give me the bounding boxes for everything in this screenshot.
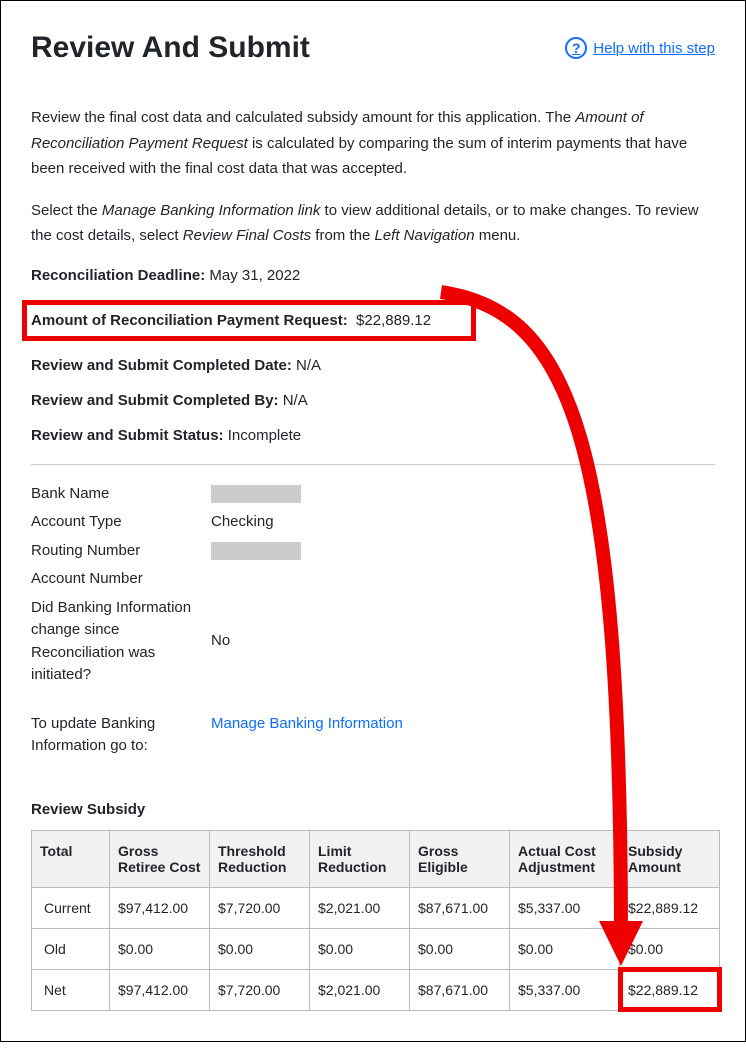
subsidy-table: Total Gross Retiree Cost Threshold Reduc… (31, 830, 720, 1011)
help-link[interactable]: ? Help with this step (565, 37, 715, 59)
row-label: Net (32, 969, 110, 1010)
value (211, 480, 403, 509)
highlight-amount: Amount of Reconciliation Payment Request… (22, 300, 476, 341)
col-header: Gross Eligible (410, 830, 510, 887)
intro-para-1: Review the final cost data and calculate… (31, 105, 715, 182)
cell: $87,671.00 (410, 969, 510, 1010)
meta-label: Amount of Reconciliation Payment Request… (31, 312, 348, 329)
help-link-label: Help with this step (593, 40, 715, 57)
redacted-value (211, 542, 301, 560)
col-header: Limit Reduction (310, 830, 410, 887)
meta-amount: Amount of Reconciliation Payment Request… (31, 300, 715, 341)
text: Left Navigation (374, 227, 474, 244)
page-wrapper: Review And Submit ? Help with this step … (0, 0, 746, 1042)
acct-type-row: Account Type Checking (31, 508, 403, 537)
meta-completed-date: Review and Submit Completed Date: N/A (31, 355, 715, 376)
col-header: Subsidy Amount (620, 830, 720, 887)
page-title: Review And Submit (31, 31, 310, 65)
cell: $5,337.00 (510, 887, 620, 928)
col-header: Gross Retiree Cost (110, 830, 210, 887)
value: Checking (211, 508, 403, 537)
meta-label: Review and Submit Status: (31, 427, 224, 444)
meta-value: N/A (296, 357, 321, 374)
help-icon: ? (565, 37, 587, 59)
cell: $0.00 (310, 928, 410, 969)
text: from the (311, 227, 374, 244)
text: Select the (31, 202, 102, 219)
meta-value: $22,889.12 (356, 312, 431, 329)
cell: $87,671.00 (410, 887, 510, 928)
manage-banking-link[interactable]: Manage Banking Information (211, 715, 403, 732)
meta-value: N/A (283, 392, 308, 409)
value (211, 537, 403, 566)
meta-completed-by: Review and Submit Completed By: N/A (31, 390, 715, 411)
label: Bank Name (31, 480, 211, 509)
cell: $0.00 (510, 928, 620, 969)
meta-value: Incomplete (228, 427, 301, 444)
text: Review the final cost data and calculate… (31, 109, 575, 126)
text: menu. (475, 227, 521, 244)
changed-row: Did Banking Information change since Rec… (31, 594, 403, 690)
cell: $97,412.00 (110, 969, 210, 1010)
cell: $7,720.00 (210, 969, 310, 1010)
meta-label: Reconciliation Deadline: (31, 267, 205, 284)
label: Account Number (31, 565, 211, 594)
meta-status: Review and Submit Status: Incomplete (31, 425, 715, 446)
meta-label: Review and Submit Completed Date: (31, 357, 292, 374)
cell: $2,021.00 (310, 969, 410, 1010)
intro-para-2: Select the Manage Banking Information li… (31, 198, 715, 249)
header-row: Review And Submit ? Help with this step (31, 31, 715, 65)
meta-value: May 31, 2022 (209, 267, 300, 284)
row-label: Current (32, 887, 110, 928)
cell: $97,412.00 (110, 887, 210, 928)
table-row: Old $0.00 $0.00 $0.00 $0.00 $0.00 $0.00 (32, 928, 720, 969)
cell: $5,337.00 (510, 969, 620, 1010)
table-header-row: Total Gross Retiree Cost Threshold Reduc… (32, 830, 720, 887)
acct-num-row: Account Number (31, 565, 403, 594)
col-header: Threshold Reduction (210, 830, 310, 887)
update-row: To update Banking Information go to: Man… (31, 710, 403, 761)
bank-name-row: Bank Name (31, 480, 403, 509)
table-row: Net $97,412.00 $7,720.00 $2,021.00 $87,6… (32, 969, 720, 1010)
label: Did Banking Information change since Rec… (31, 594, 211, 690)
value (211, 565, 403, 594)
meta-deadline: Reconciliation Deadline: May 31, 2022 (31, 265, 715, 286)
divider (31, 464, 715, 465)
cell: $0.00 (620, 928, 720, 969)
row-label: Old (32, 928, 110, 969)
meta-label: Review and Submit Completed By: (31, 392, 279, 409)
highlight-net-subsidy-cell: $22,889.12 (620, 969, 720, 1010)
value: Manage Banking Information (211, 710, 403, 761)
col-header: Total (32, 830, 110, 887)
cell: $22,889.12 (620, 887, 720, 928)
review-subsidy-title: Review Subsidy (31, 801, 715, 818)
value: No (211, 594, 403, 690)
routing-row: Routing Number (31, 537, 403, 566)
label: To update Banking Information go to: (31, 710, 211, 761)
cell: $0.00 (110, 928, 210, 969)
text: Review Final Costs (183, 227, 311, 244)
redacted-value (211, 485, 301, 503)
cell: $2,021.00 (310, 887, 410, 928)
cell: $7,720.00 (210, 887, 310, 928)
table-row: Current $97,412.00 $7,720.00 $2,021.00 $… (32, 887, 720, 928)
col-header: Actual Cost Adjustment (510, 830, 620, 887)
label: Routing Number (31, 537, 211, 566)
cell: $0.00 (410, 928, 510, 969)
text: Manage Banking Information link (102, 202, 320, 219)
bank-info-table: Bank Name Account Type Checking Routing … (31, 480, 403, 761)
cell: $0.00 (210, 928, 310, 969)
label: Account Type (31, 508, 211, 537)
